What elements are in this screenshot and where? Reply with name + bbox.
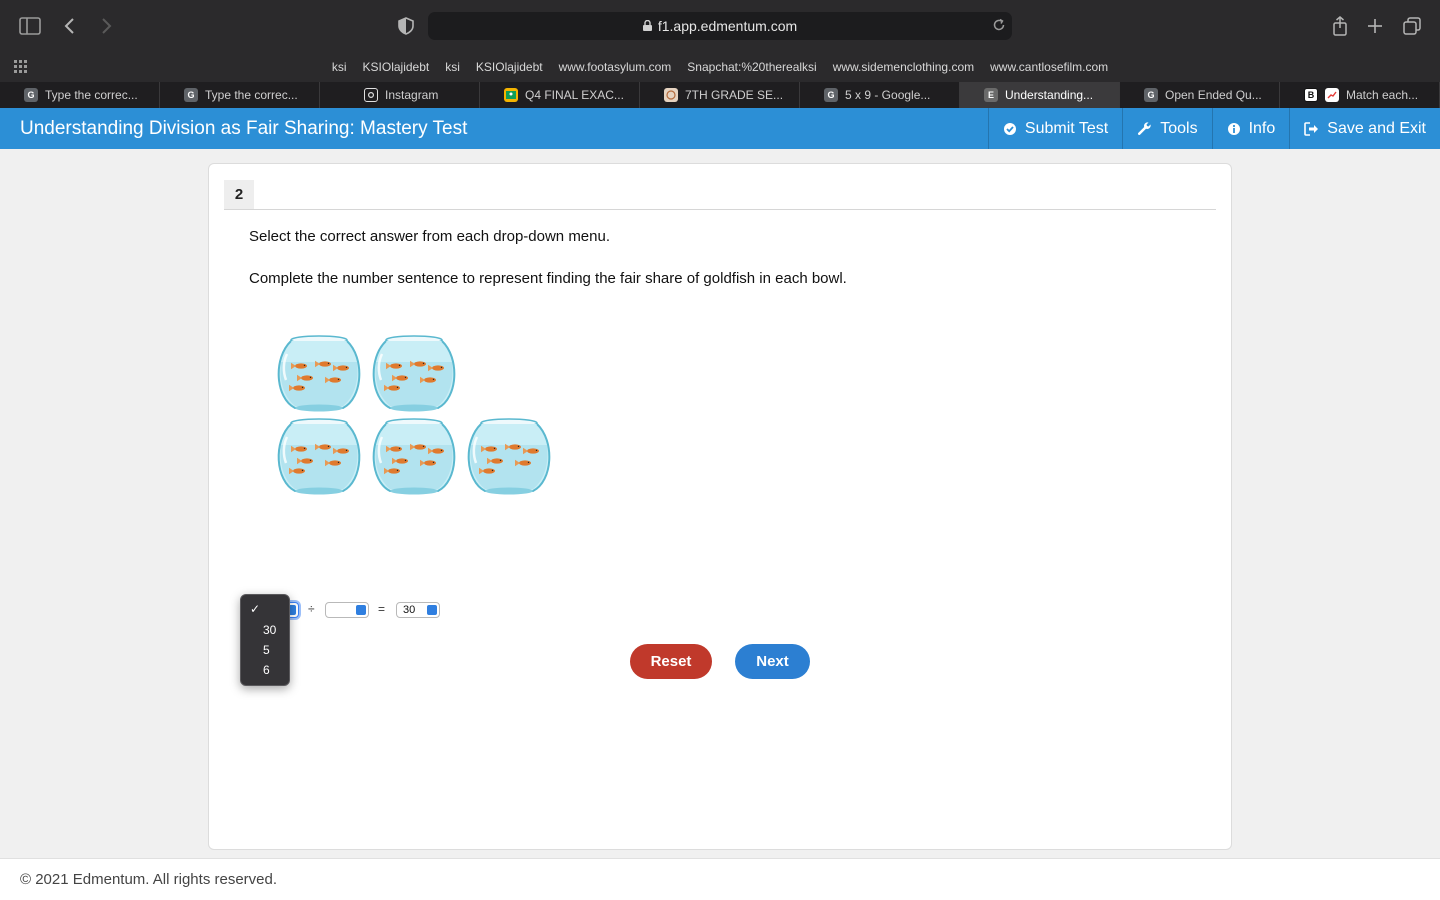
divide-symbol: ÷ [308, 602, 315, 616]
dropdown-option[interactable]: 5 [263, 643, 270, 657]
edmentum-favicon-icon: E [984, 88, 998, 102]
next-button[interactable]: Next [735, 644, 810, 679]
privacy-shield-icon[interactable] [394, 14, 418, 38]
save-and-exit-label: Save and Exit [1327, 119, 1426, 137]
page-footer: © 2021 Edmentum. All rights reserved. [0, 858, 1440, 900]
tab-overview-icon[interactable] [1400, 14, 1424, 38]
browser-tab[interactable]: G Type the correc... [160, 82, 320, 108]
sidebar-toggle-icon[interactable] [18, 14, 42, 38]
back-icon[interactable] [58, 14, 82, 38]
question-instruction: Select the correct answer from each drop… [249, 228, 611, 245]
reload-icon[interactable] [992, 18, 1006, 35]
sign-out-icon [1304, 121, 1319, 136]
divisor-dropdown[interactable] [325, 602, 369, 618]
page-title: Understanding Division as Fair Sharing: … [20, 118, 468, 139]
apps-grid-icon[interactable] [14, 60, 28, 79]
bookmarks-bar: ksi KSIOlajidebt ksi KSIOlajidebt www.fo… [0, 52, 1440, 82]
lock-icon [642, 18, 652, 34]
dropdown-arrow-icon [356, 605, 366, 615]
tab-label: 5 x 9 - Google... [845, 88, 931, 102]
question-card: 2 Select the correct answer from each dr… [208, 163, 1232, 850]
reset-button[interactable]: Reset [630, 644, 712, 679]
browser-tab[interactable]: B Match each... [1280, 82, 1440, 108]
tools-label: Tools [1160, 119, 1198, 137]
info-button[interactable]: Info [1211, 108, 1290, 149]
tab-label: Understanding... [1005, 88, 1094, 102]
forward-icon[interactable] [94, 14, 118, 38]
browser-tab-active[interactable]: E Understanding... [960, 82, 1120, 108]
header-actions: Submit Test Tools Info Save and Exit [987, 108, 1440, 149]
selected-checkmark[interactable]: ✓ [250, 602, 260, 616]
new-tab-icon[interactable] [1363, 14, 1387, 38]
dropdown-value: 30 [403, 604, 416, 616]
tab-label: Type the correc... [45, 88, 138, 102]
bookmark-link[interactable]: www.footasylum.com [559, 60, 672, 74]
browser-toolbar: f1.app.edmentum.com [0, 0, 1440, 52]
tab-label: Type the correc... [205, 88, 298, 102]
tab-label: Q4 FINAL EXAC... [525, 88, 624, 102]
browser-tab[interactable]: G 5 x 9 - Google... [800, 82, 960, 108]
info-icon [1227, 122, 1240, 135]
bookmark-link[interactable]: www.sidemenclothing.com [833, 60, 974, 74]
url-text: f1.app.edmentum.com [657, 18, 798, 34]
check-circle-icon [1003, 122, 1016, 135]
dropdown-option[interactable]: 30 [263, 623, 276, 637]
goldfish-bowls-image [277, 334, 557, 499]
google-favicon-icon: G [24, 88, 38, 102]
instagram-favicon-icon [364, 88, 378, 102]
google-favicon-icon: G [184, 88, 198, 102]
question-number: 2 [224, 180, 254, 209]
info-label: Info [1248, 119, 1276, 137]
address-bar[interactable]: f1.app.edmentum.com [428, 12, 1012, 40]
equals-symbol: = [378, 602, 386, 616]
share-icon[interactable] [1328, 14, 1352, 38]
tab-label: Open Ended Qu... [1165, 88, 1262, 102]
save-and-exit-button[interactable]: Save and Exit [1289, 108, 1440, 149]
tab-label: 7TH GRADE SE... [685, 88, 784, 102]
bookmark-link[interactable]: KSIOlajidebt [476, 60, 543, 74]
tab-strip: G Type the correc... G Type the correc..… [0, 82, 1440, 108]
bookmark-link[interactable]: www.cantlosefilm.com [990, 60, 1108, 74]
browser-tab[interactable]: Instagram [320, 82, 480, 108]
brainly-favicon-icon: B [1304, 88, 1318, 102]
browser-tab[interactable]: G Type the correc... [0, 82, 160, 108]
browser-tab[interactable]: G Open Ended Qu... [1120, 82, 1280, 108]
quotient-dropdown[interactable]: 30 [396, 602, 440, 618]
bookmark-link[interactable]: ksi [332, 60, 347, 74]
wrench-icon [1138, 122, 1151, 136]
question-prompt: Complete the number sentence to represen… [249, 270, 847, 287]
google-favicon-icon: G [1144, 88, 1158, 102]
browser-tab[interactable]: 7TH GRADE SE... [640, 82, 800, 108]
google-favicon-icon: G [824, 88, 838, 102]
app-header: Understanding Division as Fair Sharing: … [0, 108, 1440, 149]
copyright-text: © 2021 Edmentum. All rights reserved. [20, 871, 278, 888]
dropdown-option[interactable]: 6 [263, 663, 270, 677]
dropdown-options-menu: ✓ 30 5 6 [240, 594, 290, 686]
bookmark-link[interactable]: ksi [445, 60, 460, 74]
submit-test-label: Submit Test [1024, 119, 1109, 137]
chart-emoji-icon [1325, 88, 1339, 102]
image-favicon-icon [664, 88, 678, 102]
dropdown-arrow-icon [427, 605, 437, 615]
divider [224, 209, 1216, 210]
browser-tab[interactable]: Q4 FINAL EXAC... [480, 82, 640, 108]
tab-label: Instagram [385, 88, 439, 102]
bookmark-link[interactable]: Snapchat:%20therealksi [687, 60, 816, 74]
tab-label: Match each... [1346, 88, 1419, 102]
tools-button[interactable]: Tools [1122, 108, 1211, 149]
submit-test-button[interactable]: Submit Test [987, 108, 1122, 149]
classroom-favicon-icon [504, 88, 518, 102]
bookmark-link[interactable]: KSIOlajidebt [363, 60, 430, 74]
